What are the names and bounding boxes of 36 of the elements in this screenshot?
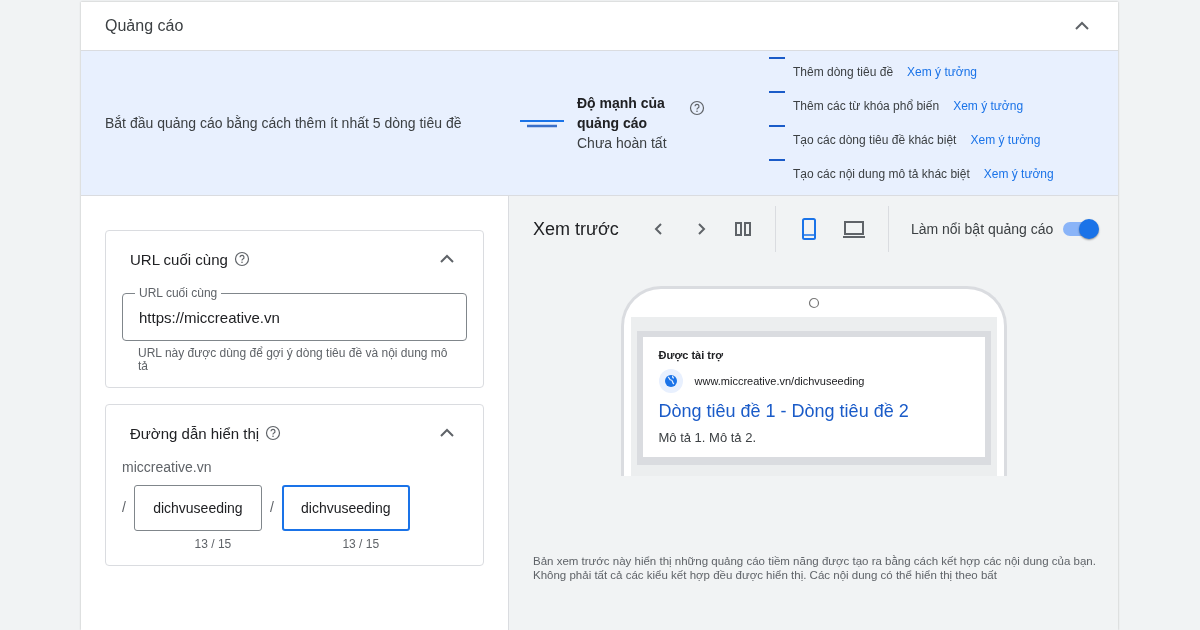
camera-icon	[807, 297, 820, 309]
highlight-label: Làm nổi bật quảng cáo	[910, 221, 1054, 237]
path-field[interactable]: dichvuseeding	[133, 485, 262, 531]
strength-title: Độ mạnh của quảng cáo	[577, 94, 666, 133]
character-count: 13 / 15	[193, 537, 232, 551]
ad-description: Mô tả 1. Mô tả 2.	[658, 430, 758, 445]
ad-headline[interactable]: Dòng tiêu đề 1 - Dòng tiêu đề 2	[658, 401, 969, 422]
path-field[interactable]: dichvuseeding	[281, 485, 410, 531]
path-separator: /	[122, 499, 126, 515]
ideas-link[interactable]: Xem ý tưởng	[983, 167, 1054, 181]
tip-text: Thêm dòng tiêu đề	[793, 65, 894, 79]
globe-icon	[658, 369, 683, 393]
tip-text: Thêm các từ khóa phổ biến	[793, 99, 940, 113]
display-path-title: Đường dẫn hiển thị	[130, 424, 260, 442]
ideas-link[interactable]: Xem ý tưởng	[970, 133, 1041, 147]
ideas-link[interactable]: Xem ý tưởng	[907, 65, 977, 79]
strength-status: Chưa hoàn tất	[577, 134, 668, 153]
sponsored-label: Được tài trợ	[658, 349, 725, 361]
highlight-toggle[interactable]	[1061, 219, 1100, 239]
help-icon[interactable]	[689, 100, 705, 116]
tip-text: Tạo các dòng tiêu đề khác biệt	[793, 133, 957, 147]
character-count: 13 / 15	[341, 537, 380, 551]
tip-text: Tạo các nội dung mô tả khác biệt	[793, 167, 970, 181]
help-icon[interactable]	[265, 425, 282, 441]
ad-url: www.miccreative.vn/dichvuseeding	[694, 375, 865, 387]
display-domain: miccreative.vn	[122, 459, 213, 475]
preview-title: Xem trước	[533, 218, 619, 240]
preview-note: Bản xem trước này hiển thị những quảng cáo tiềm năng được tạo ra bằng cách kết hợp các nội dung của bạn. Không phải tất cả các kiểu kết hợp đều được hiển thị. Các nội dung có thể hiển thị theo bất	[533, 554, 1097, 582]
final-url-title: URL cuối cùng	[130, 250, 228, 268]
help-icon[interactable]	[233, 251, 250, 267]
section-title: Quảng cáo	[105, 17, 184, 35]
path-separator: /	[269, 499, 274, 515]
strength-prompt: Bắt đầu quảng cáo bằng cách thêm ít nhất 5 dòng tiêu đề	[105, 115, 463, 131]
ideas-link[interactable]: Xem ý tưởng	[953, 99, 1024, 113]
columns-icon[interactable]	[732, 219, 753, 239]
field-hint: URL này được dùng để gợi ý dòng tiêu đề và nội dung mô tả	[137, 345, 449, 373]
